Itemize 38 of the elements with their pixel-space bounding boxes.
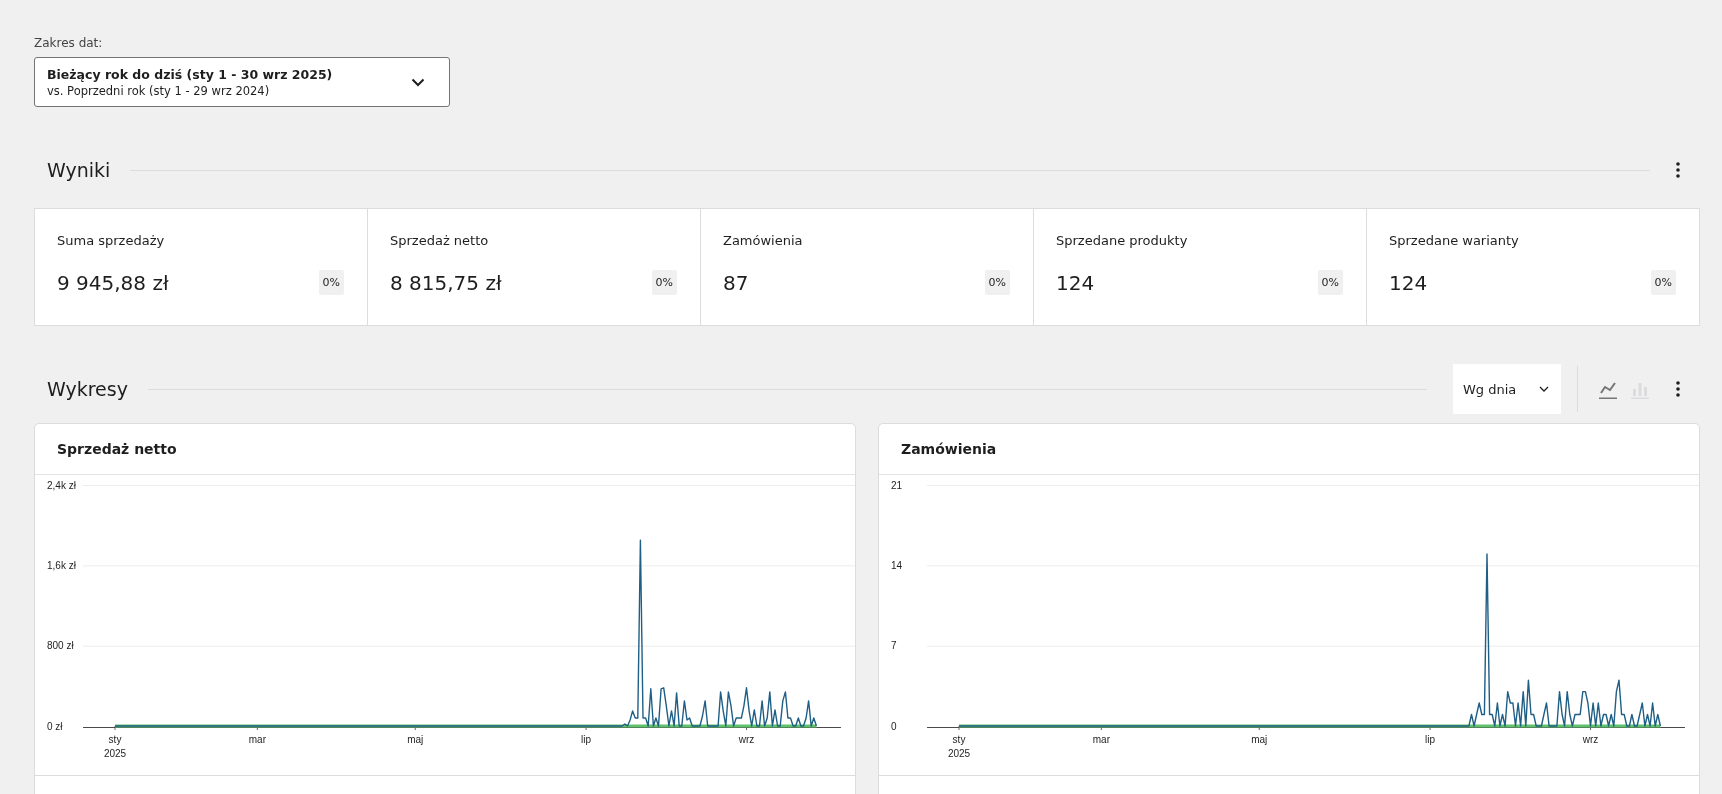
y-axis-label: 0 zł	[47, 720, 63, 732]
field-label: Zakres dat:	[34, 36, 104, 50]
chart-title: Sprzedaż netto	[57, 441, 177, 457]
metric-label: Suma sprzedaży	[57, 233, 166, 248]
change-badge: 0%	[984, 270, 1010, 295]
change-badge: 0%	[1317, 270, 1343, 295]
x-axis-label: mar	[1092, 734, 1110, 745]
metric-value: 124	[1389, 270, 1428, 295]
metric-value: 124	[1056, 270, 1095, 295]
change-badge: 0%	[1650, 270, 1676, 295]
x-axis-label: wrz	[1582, 734, 1599, 745]
metric-value: 9 945,88 zł	[57, 270, 169, 295]
x-axis-label: wrz	[738, 734, 755, 745]
y-axis-label: 7	[891, 640, 897, 652]
metric-label: Sprzedaż netto	[390, 233, 490, 248]
section-title: Wykresy	[47, 378, 128, 400]
x-axis-label: lip	[581, 734, 592, 745]
metric-value: 87	[723, 270, 749, 295]
chart-title: Zamówienia	[901, 441, 997, 457]
y-axis-label: 0	[891, 720, 897, 732]
y-axis-label: 21	[891, 479, 903, 491]
section-title: Wyniki	[47, 159, 111, 181]
x-axis-label: maj	[407, 734, 424, 745]
x-axis-label: sty 2025	[103, 734, 127, 759]
x-axis-label: sty 2025	[947, 734, 971, 759]
metric-label: Zamówienia	[723, 233, 804, 248]
change-badge: 0%	[318, 270, 344, 295]
metric-value: 8 815,75 zł	[390, 270, 502, 295]
change-badge: 0%	[651, 270, 677, 295]
y-axis-label: 2,4k zł	[47, 479, 76, 491]
y-axis-label: 14	[891, 559, 903, 571]
x-axis-label: lip	[1425, 734, 1436, 745]
x-axis-label: maj	[1251, 734, 1268, 745]
metric-label: Sprzedane warianty	[1389, 233, 1520, 248]
metric-label: Sprzedane produkty	[1056, 233, 1189, 248]
y-axis-label: 1,6k zł	[47, 559, 76, 571]
x-axis-label: mar	[248, 734, 266, 745]
y-axis-label: 800 zł	[47, 640, 74, 652]
